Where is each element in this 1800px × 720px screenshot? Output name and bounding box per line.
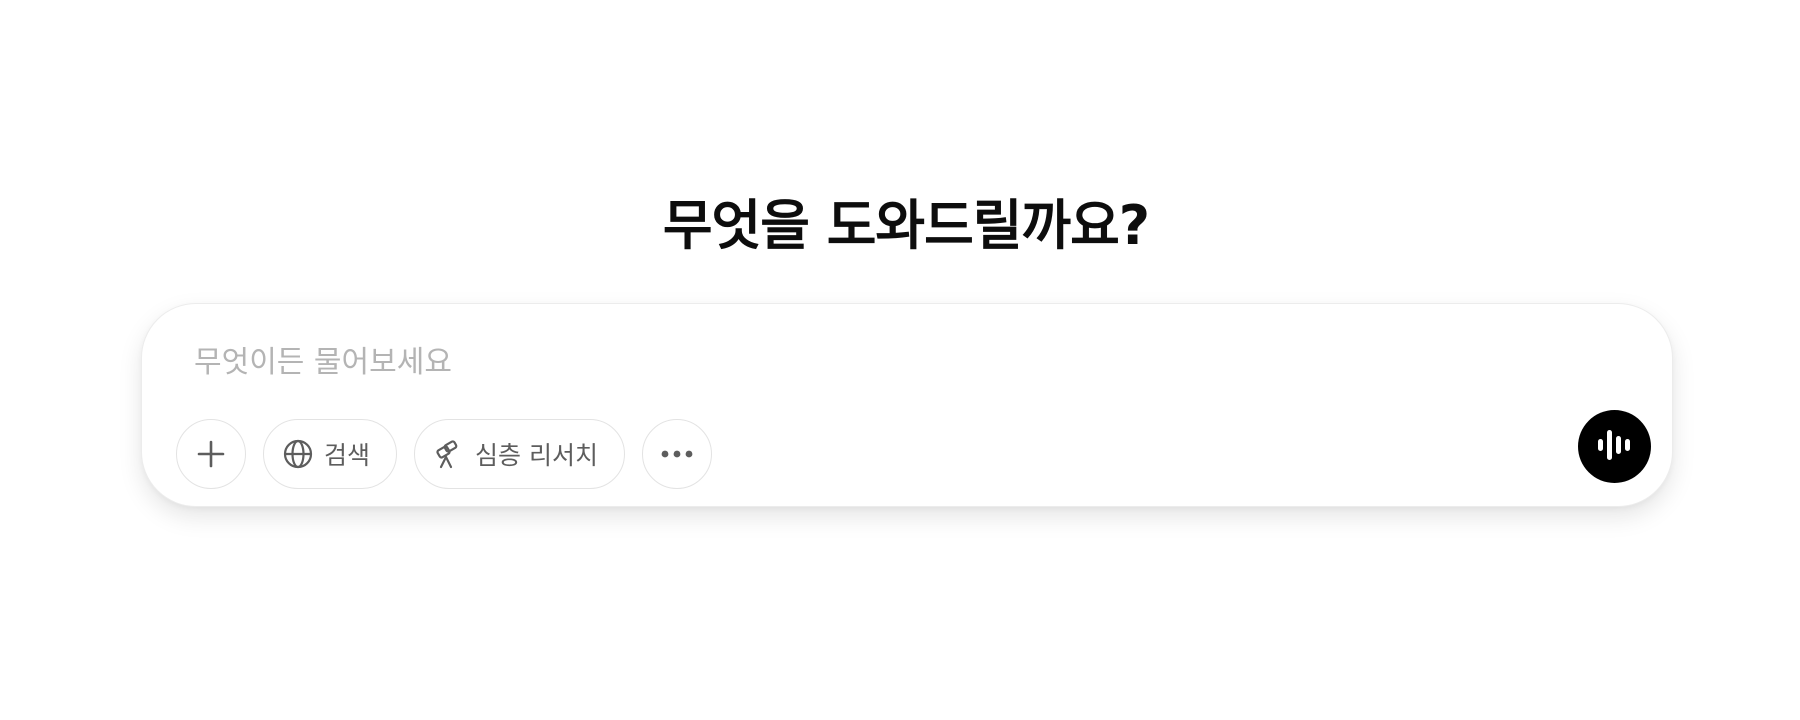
- search-button[interactable]: 검색: [263, 419, 398, 489]
- deep-research-button[interactable]: 심층 리서치: [414, 419, 625, 489]
- page-title: 무엇을 도와드릴까요?: [662, 194, 1150, 257]
- more-button[interactable]: [641, 419, 712, 489]
- search-button-label: 검색: [324, 441, 371, 470]
- plus-icon: [196, 439, 226, 469]
- add-button[interactable]: [176, 419, 246, 489]
- prompt-input[interactable]: [194, 334, 1494, 390]
- ellipsis-icon: [660, 449, 694, 459]
- voice-mode-button[interactable]: [1578, 410, 1651, 483]
- deep-research-button-label: 심층 리서치: [475, 441, 598, 470]
- globe-icon: [282, 438, 314, 470]
- composer-toolbar: 검색 심층 리서치: [176, 418, 712, 490]
- page: 무엇을 도와드릴까요? 무엇이든 물어보세요 검색 심층 리서치: [0, 0, 1800, 720]
- telescope-icon: [433, 438, 465, 470]
- composer: 검색 심층 리서치: [141, 303, 1673, 507]
- voice-waveform-icon: [1596, 427, 1634, 467]
